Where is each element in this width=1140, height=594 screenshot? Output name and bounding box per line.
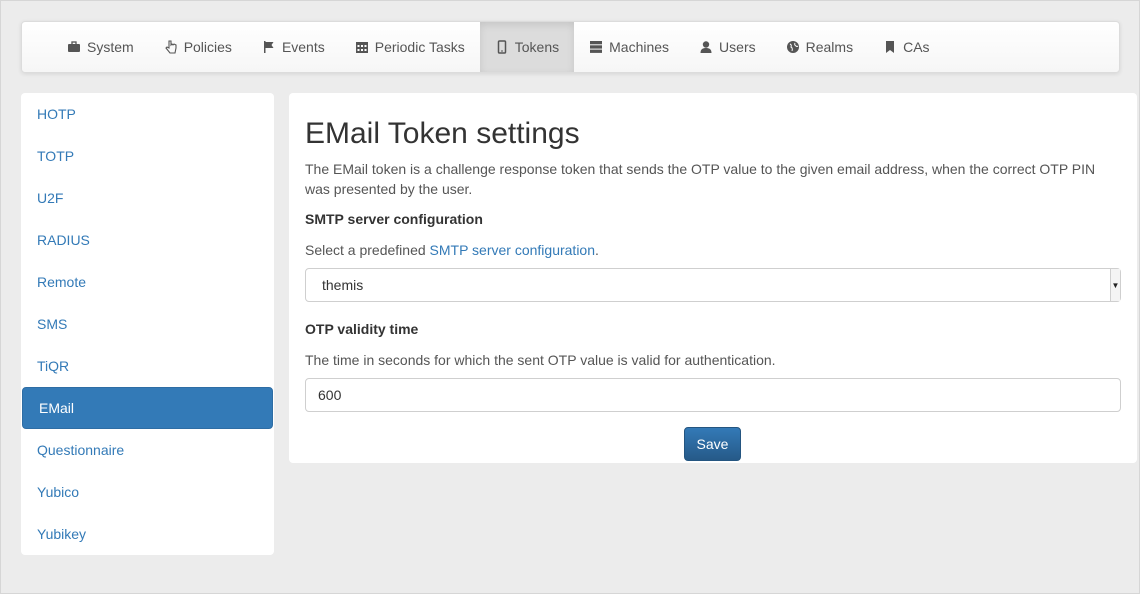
nav-cas-label: CAs [903,39,930,55]
smtp-server-select[interactable]: themis ▼ [305,268,1121,302]
nav-machines[interactable]: Machines [574,22,684,72]
sidebar-item-radius[interactable]: RADIUS [21,219,274,261]
page-description: The EMail token is a challenge response … [305,161,1096,197]
sidebar-item-label: U2F [37,190,64,206]
smtp-section-label: SMTP server configuration [305,211,483,227]
validity-section-label: OTP validity time [305,321,419,337]
nav-periodic-tasks-label: Periodic Tasks [374,39,465,55]
nav-users[interactable]: Users [684,22,771,72]
sidebar-item-label: TiQR [37,358,70,374]
nav-policies-label: Policies [183,39,232,55]
smtp-help-suffix: . [595,242,599,258]
sidebar-item-tiqr[interactable]: TiQR [21,345,274,387]
app-frame: System Policies Events Periodic Tasks To… [0,0,1140,594]
sidebar-item-hotp[interactable]: HOTP [21,93,274,135]
bookmark-icon [883,40,899,54]
sidebar-item-sms[interactable]: SMS [21,303,274,345]
briefcase-icon [67,40,83,54]
nav-events-label: Events [281,39,325,55]
hand-pointer-icon [164,40,180,54]
settings-panel: EMail Token settings The EMail token is … [289,93,1137,463]
nav-cas[interactable]: CAs [868,22,944,72]
top-navbar: System Policies Events Periodic Tasks To… [21,21,1120,73]
sidebar-item-label: Yubikey [37,526,87,542]
sidebar-item-label: SMS [37,316,68,332]
nav-system[interactable]: System [52,22,149,72]
sidebar-item-label: TOTP [37,148,75,164]
chevron-down-icon: ▼ [1110,269,1120,301]
smtp-help-prefix: Select a predefined [305,242,430,258]
save-button[interactable]: Save [684,427,741,461]
nav-events[interactable]: Events [247,22,340,72]
nav-system-label: System [87,39,134,55]
otp-validity-input[interactable]: 600 [305,378,1121,412]
calendar-icon [355,40,371,54]
user-icon [699,40,715,54]
sidebar-item-label: RADIUS [37,232,90,248]
nav-realms[interactable]: Realms [771,22,868,72]
smtp-config-link[interactable]: SMTP server configuration [430,242,595,258]
validity-help-text: The time in seconds for which the sent O… [305,352,776,368]
flag-icon [262,40,278,54]
smtp-help-text: Select a predefined SMTP server configur… [305,242,599,258]
sidebar-item-yubikey[interactable]: Yubikey [21,513,274,555]
nav-tokens-label: Tokens [514,39,560,55]
sidebar-item-label: Yubico [37,484,80,500]
nav-realms-label: Realms [805,39,854,55]
sidebar-item-label: Remote [37,274,87,290]
sidebar-item-label: HOTP [37,106,76,122]
smtp-selected-value: themis [322,277,364,293]
sidebar-item-label: Questionnaire [37,442,125,458]
sidebar-item-email[interactable]: EMail [22,387,273,429]
globe-icon [786,40,802,54]
sidebar-item-remote[interactable]: Remote [21,261,274,303]
nav-users-label: Users [719,39,756,55]
nav-policies[interactable]: Policies [149,22,247,72]
phone-icon [495,40,511,54]
nav-periodic-tasks[interactable]: Periodic Tasks [340,22,480,72]
nav-tokens[interactable]: Tokens [479,22,575,72]
server-icon [589,40,605,54]
sidebar-item-questionnaire[interactable]: Questionnaire [21,429,274,471]
sidebar-item-label: EMail [39,400,75,416]
token-type-sidebar: HOTP TOTP U2F RADIUS Remote SMS TiQR EMa… [21,93,274,555]
page-title: EMail Token settings [305,117,580,150]
nav-machines-label: Machines [609,39,670,55]
otp-validity-value: 600 [318,387,342,403]
sidebar-item-yubico[interactable]: Yubico [21,471,274,513]
sidebar-item-totp[interactable]: TOTP [21,135,274,177]
sidebar-item-u2f[interactable]: U2F [21,177,274,219]
